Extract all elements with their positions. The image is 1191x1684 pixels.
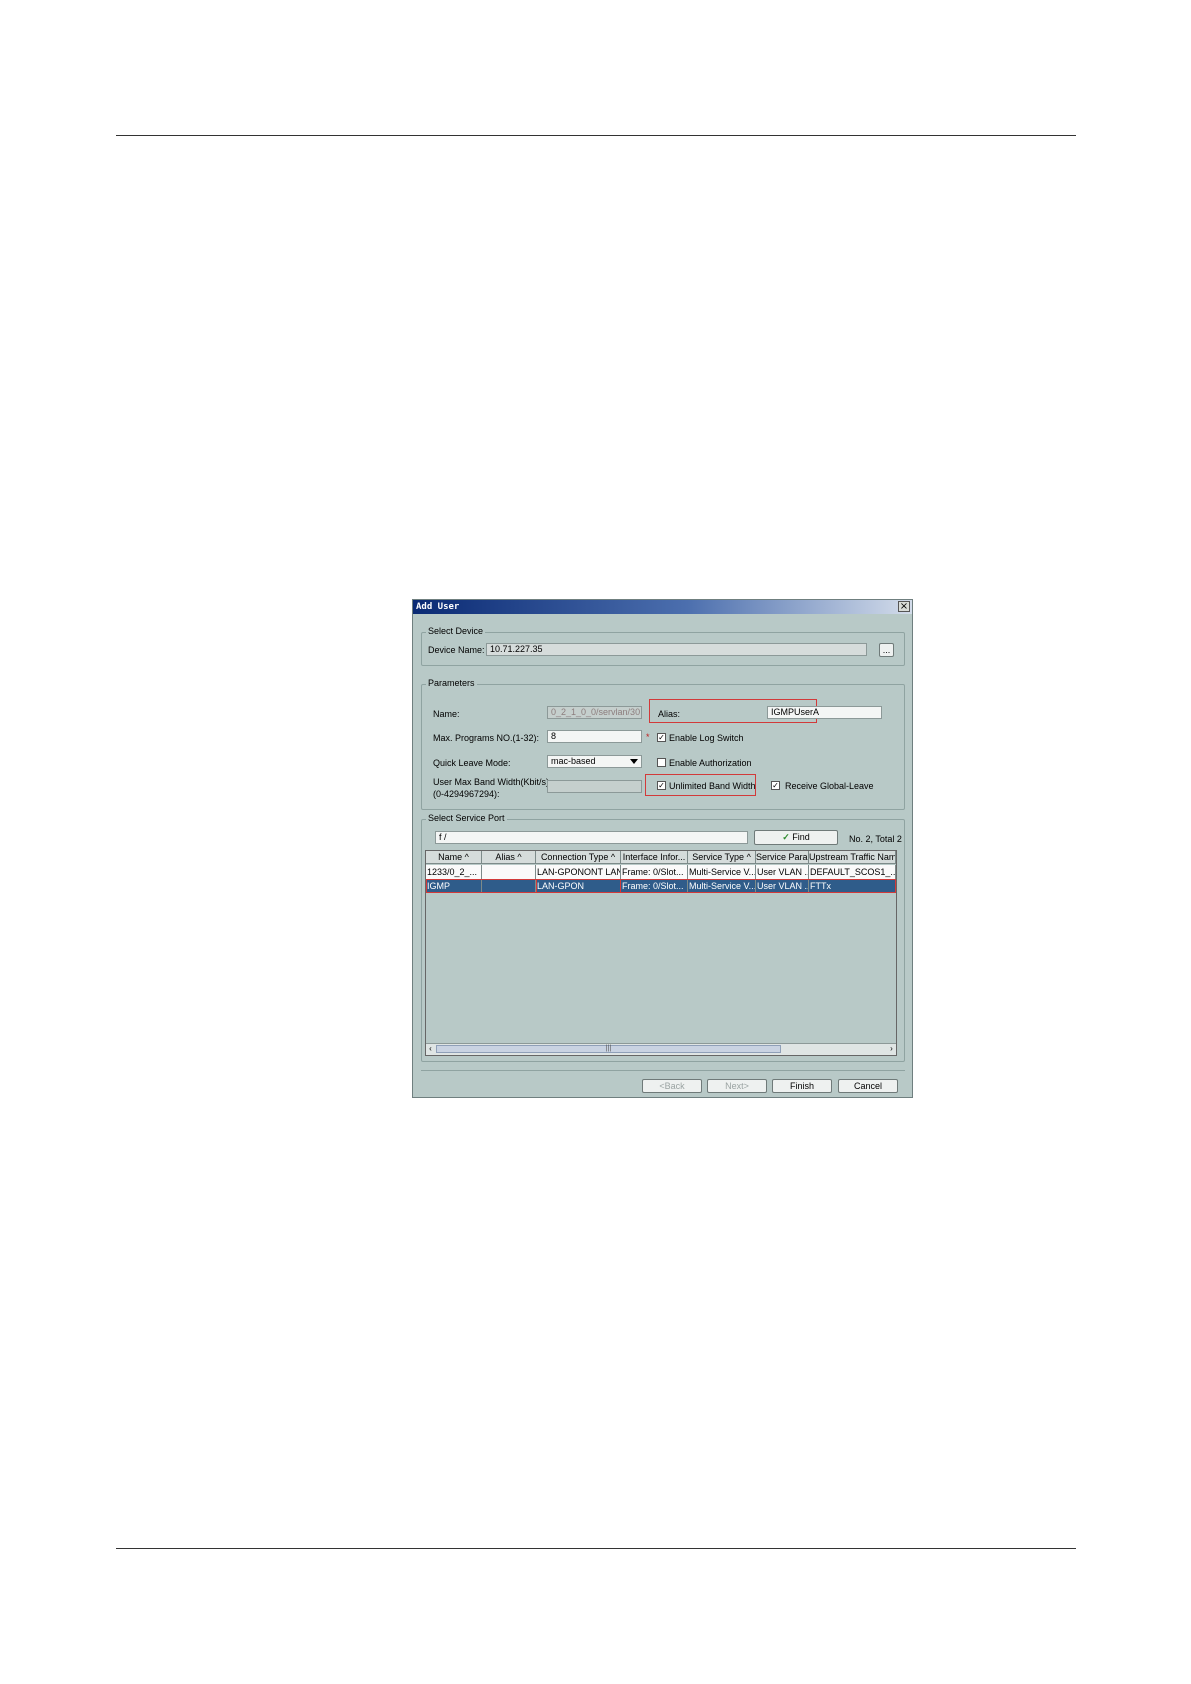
browse-device-button[interactable]: ... xyxy=(879,643,894,657)
scroll-right-icon[interactable]: › xyxy=(887,1045,896,1053)
device-name-label: Device Name: xyxy=(428,645,485,655)
parameters-legend: Parameters xyxy=(426,678,477,688)
find-button[interactable]: ✓ Find xyxy=(754,830,838,845)
column-header-alias[interactable]: Alias ^ xyxy=(482,851,536,864)
connection-type-highlight xyxy=(536,879,621,893)
quick-leave-label: Quick Leave Mode: xyxy=(433,758,511,768)
footer-rule xyxy=(116,1548,1076,1549)
table-header: Name ^ Alias ^ Connection Type ^ Interfa… xyxy=(426,851,896,864)
dialog-titlebar: Add User × xyxy=(413,600,912,614)
dialog-title: Add User xyxy=(416,602,460,612)
find-button-label: Find xyxy=(792,832,810,842)
device-name-field[interactable]: 10.71.227.35 xyxy=(486,643,867,656)
enable-log-switch-checkbox[interactable]: ✓ xyxy=(657,733,666,742)
service-port-filter-input[interactable]: f / xyxy=(435,831,748,844)
max-programs-label: Max. Programs NO.(1-32): xyxy=(433,733,540,743)
column-header-name[interactable]: Name ^ xyxy=(426,851,482,864)
selected-row-highlight xyxy=(426,879,896,893)
cell-service-para: User VLAN ... xyxy=(757,865,809,879)
select-device-legend: Select Device xyxy=(426,626,486,636)
parameters-group: Parameters Name: 0_2_1_0_0/servlan/30 Al… xyxy=(421,678,905,810)
close-icon[interactable]: × xyxy=(898,601,910,612)
receive-global-leave-label: Receive Global-Leave xyxy=(785,781,874,791)
cell-connection-type: LAN-GPONONT LAN xyxy=(537,865,621,879)
quick-leave-select[interactable]: mac-based xyxy=(547,755,642,768)
scroll-left-icon[interactable]: ‹ xyxy=(426,1045,435,1053)
unlimited-band-width-label: Unlimited Band Width xyxy=(669,781,756,791)
column-header-connection-type[interactable]: Connection Type ^ xyxy=(536,851,621,864)
checkmark-icon: ✓ xyxy=(782,832,790,842)
cell-upstream-traffic: DEFAULT_SCOS1_... xyxy=(810,865,896,879)
cell-name: 1233/0_2_... xyxy=(426,865,482,879)
column-header-service-type[interactable]: Service Type ^ xyxy=(688,851,756,864)
scroll-thumb[interactable]: ||| xyxy=(436,1045,781,1053)
next-button[interactable]: Next> xyxy=(707,1079,767,1093)
column-header-service-para[interactable]: Service Para... xyxy=(756,851,809,864)
service-port-count: No. 2, Total 2 xyxy=(849,834,902,844)
receive-global-leave-checkbox[interactable]: ✓ xyxy=(771,781,780,790)
chevron-down-icon xyxy=(630,759,638,764)
cancel-button[interactable]: Cancel xyxy=(838,1079,898,1093)
enable-log-switch-label: Enable Log Switch xyxy=(669,733,744,743)
service-port-table: Name ^ Alias ^ Connection Type ^ Interfa… xyxy=(425,850,897,1056)
band-width-field xyxy=(547,780,642,793)
name-label: Name: xyxy=(433,709,460,719)
table-row[interactable]: 1233/0_2_... LAN-GPONONT LAN Frame: 0/Sl… xyxy=(426,865,896,879)
button-separator xyxy=(421,1070,905,1071)
alias-field[interactable]: IGMPUserA xyxy=(767,706,882,719)
cell-service-type: Multi-Service V... xyxy=(689,865,756,879)
enable-authorization-checkbox[interactable] xyxy=(657,758,666,767)
max-programs-field[interactable]: 8 xyxy=(547,730,642,743)
band-width-label-line2: (0-4294967294): xyxy=(433,789,500,799)
header-rule xyxy=(116,135,1076,136)
back-button[interactable]: <Back xyxy=(642,1079,702,1093)
horizontal-scrollbar[interactable]: ‹ ||| › xyxy=(426,1043,896,1055)
required-mark: * xyxy=(646,732,650,742)
select-device-group: Select Device Device Name: 10.71.227.35 … xyxy=(421,626,905,666)
finish-button[interactable]: Finish xyxy=(772,1079,832,1093)
alias-label: Alias: xyxy=(658,709,681,719)
quick-leave-value: mac-based xyxy=(551,756,596,766)
cell-alias xyxy=(482,865,536,879)
add-user-dialog: Add User × Select Device Device Name: 10… xyxy=(412,599,913,1098)
band-width-label-line1: User Max Band Width(Kbit/s) xyxy=(433,777,550,787)
column-header-upstream-traffic[interactable]: Upstream Traffic Name xyxy=(809,851,896,864)
column-header-interface-info[interactable]: Interface Infor... xyxy=(621,851,688,864)
enable-authorization-label: Enable Authorization xyxy=(669,758,752,768)
unlimited-band-width-checkbox[interactable]: ✓ xyxy=(657,781,666,790)
name-field: 0_2_1_0_0/servlan/30 xyxy=(547,706,642,719)
service-port-legend: Select Service Port xyxy=(426,813,507,823)
cell-interface-info: Frame: 0/Slot... xyxy=(621,865,688,879)
